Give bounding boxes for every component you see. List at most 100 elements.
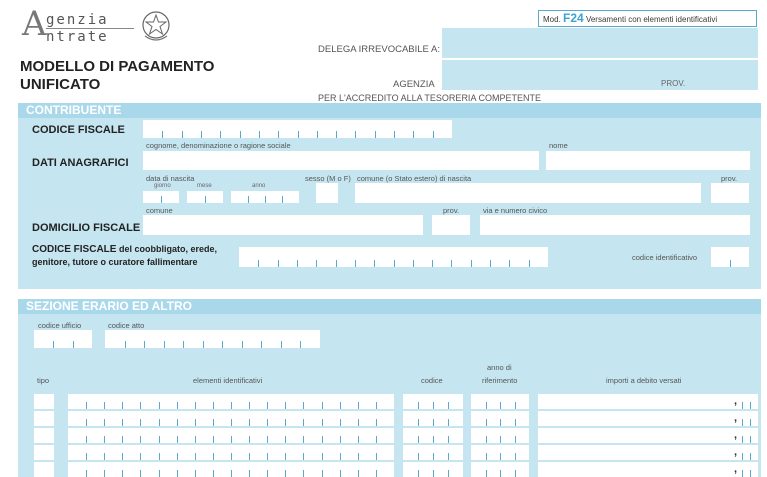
contribuente-header: CONTRIBUENTE <box>18 103 761 118</box>
cell-divider <box>213 470 214 477</box>
cell-divider <box>282 196 283 203</box>
importo-cell[interactable]: , <box>538 411 758 426</box>
cell-divider <box>322 402 323 409</box>
cell-divider <box>86 453 87 460</box>
cell-divider <box>213 402 214 409</box>
codice-cell[interactable] <box>403 462 463 477</box>
prov-domicilio-label: prov. <box>443 206 460 215</box>
anno-cell[interactable] <box>471 445 529 460</box>
prov-nascita-input[interactable] <box>711 183 749 203</box>
cell-divider <box>201 131 202 138</box>
dob-part[interactable] <box>231 191 299 203</box>
data-nascita-input[interactable] <box>143 183 299 203</box>
cell-divider <box>742 419 743 426</box>
tipo-cell[interactable] <box>34 445 54 460</box>
cell-divider <box>303 453 304 460</box>
cell-divider <box>159 419 160 426</box>
importo-cell[interactable]: , <box>538 394 758 409</box>
cell-divider <box>285 453 286 460</box>
elementi-label: elementi identificativi <box>193 376 263 385</box>
cell-divider <box>86 419 87 426</box>
decimal-separator: , <box>734 446 738 458</box>
accredito-label: PER L'ACCREDITO ALLA TESORERIA COMPETENT… <box>318 93 541 103</box>
cell-divider <box>122 402 123 409</box>
cell-divider <box>231 402 232 409</box>
cell-divider <box>104 436 105 443</box>
cell-divider <box>122 436 123 443</box>
sesso-input[interactable] <box>316 183 338 203</box>
cell-divider <box>258 260 259 267</box>
via-input[interactable] <box>480 215 750 235</box>
prov-domicilio-input[interactable] <box>432 215 470 235</box>
cell-divider <box>140 419 141 426</box>
anno-cell[interactable] <box>471 394 529 409</box>
elementi-cell[interactable] <box>68 394 394 409</box>
cell-divider <box>140 436 141 443</box>
tipo-cell[interactable] <box>34 428 54 443</box>
cell-divider <box>336 260 337 267</box>
cell-divider <box>322 453 323 460</box>
codice-ufficio-label: codice ufficio <box>38 321 82 330</box>
elementi-cell[interactable] <box>68 445 394 460</box>
cognome-input[interactable] <box>143 151 539 170</box>
cell-divider <box>742 436 743 443</box>
coobbligato-cf-input[interactable] <box>239 247 548 267</box>
cell-divider <box>86 470 87 477</box>
importo-cell[interactable]: , <box>538 445 758 460</box>
cell-divider <box>418 470 419 477</box>
codice-atto-input[interactable] <box>105 330 320 348</box>
anno-cell[interactable] <box>471 462 529 477</box>
cell-divider <box>159 453 160 460</box>
anno-cell[interactable] <box>471 411 529 426</box>
cell-divider <box>231 419 232 426</box>
logo-rule <box>46 28 134 29</box>
cell-divider <box>515 402 516 409</box>
cell-divider <box>231 453 232 460</box>
cell-divider <box>358 470 359 477</box>
elementi-cell[interactable] <box>68 462 394 477</box>
cell-divider <box>500 402 501 409</box>
coobbligato-label-bold: CODICE FISCALE <box>32 244 117 255</box>
dob-part[interactable] <box>187 191 223 203</box>
anno-cell[interactable] <box>471 428 529 443</box>
tipo-cell[interactable] <box>34 411 54 426</box>
tipo-cell[interactable] <box>34 394 54 409</box>
codice-fiscale-input[interactable] <box>143 120 452 138</box>
delega-field[interactable] <box>442 28 758 58</box>
cell-divider <box>316 260 317 267</box>
cell-divider <box>500 436 501 443</box>
codice-ufficio-input[interactable] <box>34 330 92 348</box>
nome-label: nome <box>549 141 568 150</box>
tipo-cell[interactable] <box>34 462 54 477</box>
cell-divider <box>303 470 304 477</box>
agenzia-field[interactable] <box>442 60 758 90</box>
cell-divider <box>140 470 141 477</box>
cell-divider <box>340 419 341 426</box>
codice-cell[interactable] <box>403 428 463 443</box>
nome-input[interactable] <box>546 151 750 170</box>
codice-cell[interactable] <box>403 445 463 460</box>
logo-big-letter: A <box>22 4 47 44</box>
cell-divider <box>122 453 123 460</box>
cell-divider <box>448 402 449 409</box>
elementi-cell[interactable] <box>68 411 394 426</box>
codice-cell[interactable] <box>403 411 463 426</box>
comune-domicilio-input[interactable] <box>143 215 423 235</box>
elementi-cell[interactable] <box>68 428 394 443</box>
cell-divider <box>303 436 304 443</box>
codice-cell[interactable] <box>403 394 463 409</box>
dob-part[interactable] <box>143 191 179 203</box>
comune-nascita-input[interactable] <box>355 183 701 203</box>
importo-cell[interactable]: , <box>538 428 758 443</box>
mod-desc: Versamenti con elementi identificativi <box>585 15 718 24</box>
cell-divider <box>742 470 743 477</box>
importo-cell[interactable]: , <box>538 462 758 477</box>
cell-divider <box>433 470 434 477</box>
cell-divider <box>376 402 377 409</box>
codice-identificativo-input[interactable] <box>711 247 749 267</box>
cell-divider <box>336 131 337 138</box>
cell-divider <box>730 260 731 267</box>
mod-f24-box: Mod. F24 Versamenti con elementi identif… <box>538 10 757 27</box>
cell-divider <box>471 260 472 267</box>
cell-divider <box>433 419 434 426</box>
